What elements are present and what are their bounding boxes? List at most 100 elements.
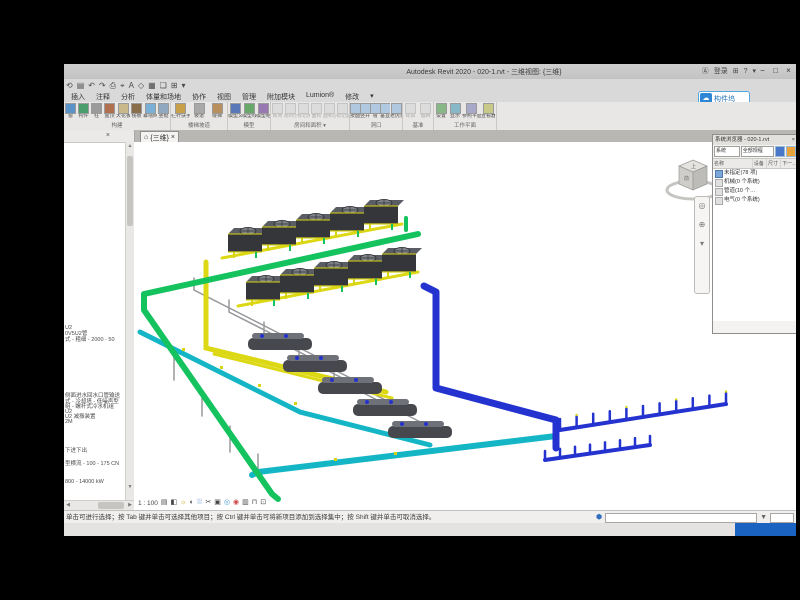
tree-item[interactable]: 下进下出 xyxy=(65,448,87,454)
undo-icon[interactable]: ↶ xyxy=(88,81,95,90)
panel-label-model[interactable]: 模型 xyxy=(228,123,270,130)
help-dropdown-icon[interactable]: ▾ xyxy=(752,67,756,75)
store-icon[interactable]: ⊞ xyxy=(733,67,739,75)
worksharing-display-icon[interactable]: ⊡ xyxy=(260,498,266,508)
level-button[interactable]: 标高 xyxy=(403,102,418,123)
show-constraints-icon[interactable]: ⊓ xyxy=(252,498,257,508)
panel-label-opening[interactable]: 洞口 xyxy=(350,123,402,130)
wall-opening-button[interactable]: 墙 xyxy=(370,102,380,123)
project-browser-close-icon[interactable]: × xyxy=(106,132,110,140)
area-button[interactable]: 面积 xyxy=(310,102,323,123)
tab-lumion[interactable]: Lumion® xyxy=(301,91,339,102)
temporary-hide-isolate-icon[interactable]: ◎ xyxy=(224,498,230,508)
tab-collaborate[interactable]: 协作 xyxy=(187,91,211,102)
area-boundary-button[interactable]: 面积边界 xyxy=(323,102,336,123)
view-tab-close-icon[interactable]: × xyxy=(171,134,175,141)
measure-icon[interactable]: ⌖ xyxy=(120,81,125,91)
navigation-bar[interactable]: ◎ ⊕ ▾ xyxy=(694,196,710,294)
window-button[interactable]: 窗 xyxy=(64,102,77,123)
viewer-button[interactable]: 查看器 xyxy=(481,102,495,123)
discipline-filter-select[interactable]: 全部规程 xyxy=(741,146,774,157)
shadows-icon[interactable]: ◐ xyxy=(190,498,194,508)
close-inactive-icon[interactable]: ⊞ xyxy=(171,81,178,90)
reveal-hidden-icon[interactable]: ◉ xyxy=(233,498,239,508)
ribbon-state-icon[interactable]: ▾ xyxy=(365,91,379,102)
close-button[interactable]: × xyxy=(783,65,794,76)
floor-button[interactable]: 楼板 xyxy=(130,102,143,123)
redo-icon[interactable]: ↷ xyxy=(99,81,106,90)
column-name[interactable]: 名称 xyxy=(713,159,753,168)
project-browser-vscrollbar[interactable]: ▲▼ xyxy=(125,142,134,500)
ramp-button[interactable]: 坡道 xyxy=(190,102,208,123)
curtain-grid-button[interactable]: 幕墙网格 xyxy=(143,102,157,123)
tab-manage[interactable]: 管理 xyxy=(237,91,261,102)
stair-button[interactable]: 楼梯 xyxy=(208,102,226,123)
show-crop-icon[interactable]: ▣ xyxy=(214,498,221,508)
customize-icon[interactable]: ▾ xyxy=(182,81,186,90)
sun-path-icon[interactable]: ☼ xyxy=(180,498,186,508)
temporary-view-properties-icon[interactable]: ▥ xyxy=(242,498,249,508)
system-row-mechanical[interactable]: 机械(0 个系统) xyxy=(713,178,796,187)
panel-label-datum[interactable]: 基准 xyxy=(403,123,433,130)
room-button[interactable]: 房间 xyxy=(271,102,284,123)
tab-modify[interactable]: 修改 xyxy=(340,91,364,102)
show-work-plane-button[interactable]: 显示 xyxy=(448,102,462,123)
worksets-field[interactable] xyxy=(605,513,757,523)
roof-button[interactable]: 屋顶 xyxy=(103,102,116,123)
mullion-button[interactable]: 竖梃 xyxy=(157,102,170,123)
viewcube-front-face[interactable]: 前 xyxy=(684,175,689,182)
room-separator-button[interactable]: 房间分隔 xyxy=(284,102,297,123)
crop-view-icon[interactable]: ✂ xyxy=(205,498,211,508)
columns-settings-icon[interactable] xyxy=(786,146,796,157)
tab-analyze[interactable]: 分析 xyxy=(116,91,140,102)
model-text-button[interactable]: 模型文字 xyxy=(228,102,242,123)
by-face-button[interactable]: 按面 xyxy=(350,102,360,123)
ref-plane-button[interactable]: 参照平面 xyxy=(462,102,481,123)
tab-view[interactable]: 视图 xyxy=(212,91,236,102)
panel-label-circulation[interactable]: 楼梯坡道 xyxy=(171,123,227,130)
rendering-icon[interactable]: ⛆ xyxy=(197,498,203,508)
tab-insert[interactable]: 插入 xyxy=(66,91,90,102)
component-button[interactable]: 构件 xyxy=(77,102,90,123)
login-button[interactable]: 登录 xyxy=(714,66,728,76)
thin-lines-icon[interactable]: ❏ xyxy=(160,81,167,90)
grid-button[interactable]: 轴网 xyxy=(418,102,433,123)
panel-label-work-plane[interactable]: 工作平面 xyxy=(434,123,496,130)
restore-button[interactable]: □ xyxy=(770,65,781,76)
3d-view-icon[interactable]: ◇ xyxy=(138,81,144,90)
tag-room-button[interactable]: 标记房间 xyxy=(297,102,310,123)
print-icon[interactable]: ⎙ xyxy=(110,81,116,91)
selection-filter-field[interactable] xyxy=(770,513,794,523)
dormer-button[interactable]: 老虎窗 xyxy=(390,102,402,123)
minimize-button[interactable]: − xyxy=(757,65,768,76)
panel-label-room-area[interactable]: 房间和面积 ▾ xyxy=(271,123,349,130)
drawing-area[interactable]: 上 前 ◎ ⊕ ▾ xyxy=(134,142,796,510)
tab-addins[interactable]: 附加模块 xyxy=(262,91,300,102)
column-size[interactable]: 尺寸 xyxy=(767,159,781,168)
column-next[interactable]: 下一… xyxy=(781,159,796,168)
system-row-electrical[interactable]: 电气(0 个系统) xyxy=(713,196,796,205)
visual-style-icon[interactable]: ◧ xyxy=(171,498,178,508)
tree-item[interactable]: 组 - 螺杆式冷水机组 xyxy=(65,404,114,410)
help-icon[interactable]: ? xyxy=(744,68,748,75)
tree-item[interactable]: 式 - 粗细 - 2000 - 50 xyxy=(65,337,115,343)
tag-area-button[interactable]: 标记面积 xyxy=(336,102,349,123)
system-browser-close-icon[interactable]: × xyxy=(792,135,795,145)
column-button[interactable]: 柱 xyxy=(90,102,103,123)
pipe-system-blue[interactable] xyxy=(424,286,726,460)
system-row-unassigned[interactable]: 未指定(78 项) xyxy=(713,169,796,178)
section-icon[interactable]: ▦ xyxy=(148,81,156,90)
railing-button[interactable]: 栏杆扶手 xyxy=(171,102,190,123)
steering-wheel-icon[interactable]: ◎ xyxy=(699,201,706,210)
viewcube-top-face[interactable]: 上 xyxy=(691,163,696,170)
model-line-button[interactable]: 模型线 xyxy=(242,102,256,123)
model-group-button[interactable]: 模型组 xyxy=(256,102,270,123)
set-work-plane-button[interactable]: 设置 xyxy=(434,102,448,123)
system-filter-select[interactable]: 系统 xyxy=(714,146,740,157)
tree-item[interactable]: 2M xyxy=(65,419,73,425)
autodesk-account-icon[interactable]: Ⓐ xyxy=(702,66,709,76)
autofit-icon[interactable] xyxy=(775,146,785,157)
system-row-piping[interactable]: 管道(10 个… xyxy=(713,187,796,196)
zoom-icon[interactable]: ⊕ xyxy=(699,220,706,229)
project-browser-hscrollbar[interactable]: ◀▶ xyxy=(64,500,134,510)
